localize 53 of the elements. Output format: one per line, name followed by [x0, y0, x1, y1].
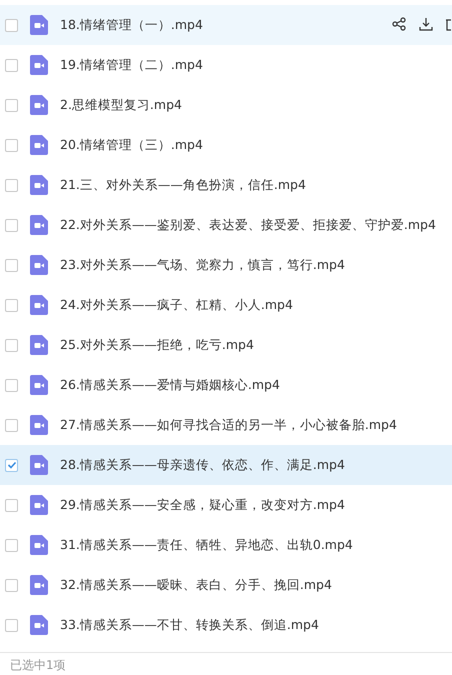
selection-count: 已选中1项 — [10, 658, 66, 672]
checkbox[interactable] — [5, 98, 18, 112]
file-name: 29.情感关系——安全感，疑心重，改变对方.mp4 — [60, 496, 345, 514]
video-file-icon — [30, 135, 48, 155]
file-row[interactable]: 18.情绪管理（一）.mp4 — [0, 5, 452, 45]
file-name: 20.情绪管理（三）.mp4 — [60, 136, 203, 154]
checkbox[interactable] — [5, 298, 18, 312]
video-file-icon — [30, 535, 48, 555]
file-name: 18.情绪管理（一）.mp4 — [60, 16, 203, 34]
file-name: 24.对外关系——疯子、杠精、小人.mp4 — [60, 296, 293, 314]
file-name: 21.三、对外关系——角色扮演，信任.mp4 — [60, 176, 306, 194]
share-icon[interactable] — [392, 17, 406, 31]
checkbox[interactable] — [5, 458, 18, 472]
checkbox[interactable] — [5, 378, 18, 392]
file-name: 2.思维模型复习.mp4 — [60, 96, 182, 114]
video-file-icon — [30, 375, 48, 395]
checkbox[interactable] — [5, 578, 18, 592]
checkbox[interactable] — [5, 58, 18, 72]
video-file-icon — [30, 615, 48, 635]
file-name: 27.情感关系——如何寻找合适的另一半，小心被备胎.mp4 — [60, 416, 397, 434]
video-file-icon — [30, 15, 48, 35]
video-file-icon — [30, 295, 48, 315]
video-file-icon — [30, 415, 48, 435]
file-name: 22.对外关系——鉴别爱、表达爱、接受爱、拒接爱、守护爱.mp4 — [60, 216, 436, 234]
file-row[interactable]: 28.情感关系——母亲遗传、依恋、作、满足.mp4 — [0, 445, 452, 485]
file-name: 32.情感关系——暧昧、表白、分手、挽回.mp4 — [60, 576, 332, 594]
file-name: 26.情感关系——爱情与婚姻核心.mp4 — [60, 376, 280, 394]
video-file-icon — [30, 175, 48, 195]
checkbox[interactable] — [5, 178, 18, 192]
file-name: 25.对外关系——拒绝，吃亏.mp4 — [60, 336, 254, 354]
file-name: 31.情感关系——责任、牺牲、异地恋、出轨0.mp4 — [60, 536, 353, 554]
video-file-icon — [30, 335, 48, 355]
checkbox[interactable] — [5, 338, 18, 352]
file-name: 19.情绪管理（二）.mp4 — [60, 56, 203, 74]
checkbox[interactable] — [5, 498, 18, 512]
video-file-icon — [30, 575, 48, 595]
file-name: 23.对外关系——气场、觉察力，慎言，笃行.mp4 — [60, 256, 345, 274]
checkbox[interactable] — [5, 618, 18, 632]
download-icon[interactable] — [419, 17, 433, 31]
video-file-icon — [30, 55, 48, 75]
video-file-icon — [30, 95, 48, 115]
checkbox[interactable] — [5, 218, 18, 232]
video-file-icon — [30, 255, 48, 275]
checkbox[interactable] — [5, 258, 18, 272]
video-file-icon — [30, 455, 48, 475]
video-file-icon — [30, 215, 48, 235]
file-name: 33.情感关系——不甘、转换关系、倒追.mp4 — [60, 616, 319, 634]
file-name: 28.情感关系——母亲遗传、依恋、作、满足.mp4 — [60, 456, 345, 474]
checkbox[interactable] — [5, 418, 18, 432]
checkbox[interactable] — [5, 138, 18, 152]
checkbox[interactable] — [5, 18, 18, 32]
video-file-icon — [30, 495, 48, 515]
checkbox[interactable] — [5, 538, 18, 552]
